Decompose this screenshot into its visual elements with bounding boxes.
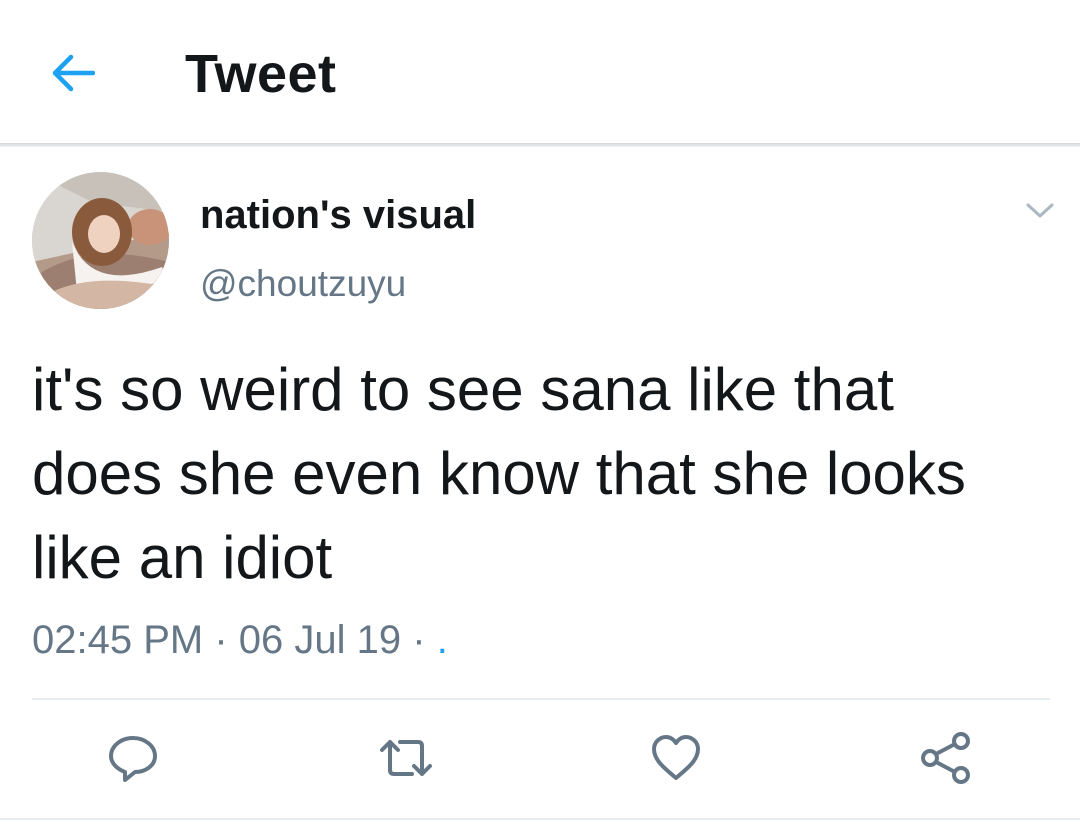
heart-icon <box>652 735 700 780</box>
chevron-down-icon <box>1026 203 1054 218</box>
bottom-divider <box>0 818 1080 820</box>
reply-icon <box>109 736 157 782</box>
retweet-button[interactable] <box>378 730 434 786</box>
user-handle[interactable]: @choutzuyu <box>200 262 406 306</box>
actions-divider <box>32 698 1050 700</box>
display-name[interactable]: nation's visual <box>200 192 476 238</box>
tweet-meta: 02:45 PM · 06 Jul 19 · . <box>32 616 448 664</box>
like-button[interactable] <box>648 730 704 786</box>
avatar-photo <box>32 172 169 309</box>
header-divider <box>0 143 1080 147</box>
top-bar: Tweet <box>0 0 1080 143</box>
meta-separator: · <box>412 618 426 662</box>
back-button[interactable] <box>44 48 100 98</box>
tweet-time: 02:45 PM <box>32 618 204 662</box>
tweet-text: it's so weird to see sana like that does… <box>32 356 966 591</box>
retweet-icon <box>380 740 432 776</box>
share-button[interactable] <box>918 730 974 786</box>
tweet-options-button[interactable] <box>1018 194 1062 228</box>
avatar[interactable] <box>32 172 169 309</box>
tweet-source[interactable]: . <box>437 618 448 662</box>
meta-separator: · <box>214 618 228 662</box>
page-title: Tweet <box>185 44 337 104</box>
arrow-left-icon <box>52 54 95 92</box>
share-icon <box>921 732 970 784</box>
tweet-date: 06 Jul 19 <box>238 618 402 662</box>
reply-button[interactable] <box>105 730 161 786</box>
